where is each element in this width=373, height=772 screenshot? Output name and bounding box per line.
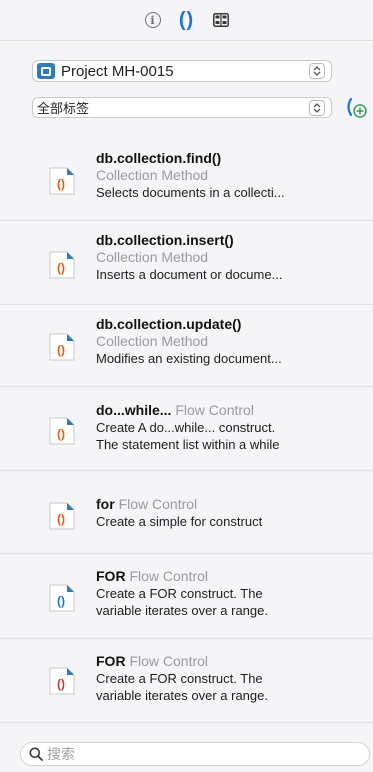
- chevron-updown-icon: [309, 63, 325, 79]
- list-item[interactable]: () FOR Flow Control Create a FOR constru…: [0, 639, 373, 723]
- list-item[interactable]: () db.collection.update() Collection Met…: [0, 305, 373, 387]
- list-item[interactable]: () db.collection.find() Collection Metho…: [0, 137, 373, 221]
- project-name: Project MH-0015: [61, 62, 174, 80]
- snippet-title: db.collection.insert(): [96, 232, 234, 248]
- snippet-description: Modifies an existing document...: [96, 351, 282, 366]
- snippet-category: Collection Method: [96, 333, 209, 349]
- tag-filter-selector[interactable]: 全部标签: [32, 97, 332, 118]
- svg-text:(): (): [57, 177, 65, 191]
- list-item[interactable]: () for Flow Control Create a simple for …: [0, 471, 373, 554]
- toolbar: i (): [0, 0, 373, 41]
- list-item[interactable]: () db.collection.insert() Collection Met…: [0, 221, 373, 305]
- snippet-description-line2: variable iterates over a range.: [96, 688, 268, 703]
- info-icon: i: [144, 12, 161, 28]
- snippet-document-icon: (): [49, 667, 75, 695]
- project-icon: [37, 63, 55, 79]
- svg-text:(): (): [57, 677, 65, 691]
- svg-text:(): (): [57, 343, 65, 357]
- snippets-button[interactable]: (): [175, 8, 199, 32]
- add-snippet-button[interactable]: [342, 96, 370, 120]
- search-icon: [29, 747, 43, 761]
- snippet-title: do...while...: [96, 402, 172, 418]
- svg-text:(): (): [57, 594, 65, 608]
- snippet-category: Collection Method: [96, 249, 209, 265]
- snippet-document-icon: (): [49, 333, 75, 361]
- snippet-category: Flow Control: [129, 568, 209, 584]
- info-button[interactable]: i: [141, 8, 165, 32]
- snippet-category: Flow Control: [129, 653, 209, 669]
- search-bar[interactable]: [20, 742, 370, 766]
- snippet-document-icon: (): [49, 167, 75, 195]
- search-input[interactable]: [43, 746, 347, 762]
- tag-filter-label: 全部标签: [37, 101, 90, 116]
- snippet-description-line2: variable iterates over a range.: [96, 603, 268, 618]
- svg-text:(): (): [57, 512, 65, 526]
- media-library-button[interactable]: [209, 8, 233, 32]
- snippet-description: Create a simple for construct: [96, 514, 263, 529]
- snippet-category: Flow Control: [118, 496, 198, 512]
- snippet-category: Flow Control: [175, 402, 254, 418]
- snippet-title: db.collection.update(): [96, 316, 242, 332]
- grid-panel-icon: [212, 13, 229, 27]
- add-snippet-icon: [347, 97, 367, 118]
- snippet-document-icon: (): [49, 584, 75, 612]
- chevron-updown-icon: [309, 99, 325, 116]
- snippet-title: FOR: [96, 653, 126, 669]
- snippet-title: FOR: [96, 568, 126, 584]
- svg-text:(): (): [57, 427, 65, 441]
- list-item[interactable]: () do...while... Flow Control Create A d…: [0, 387, 373, 471]
- snippet-document-icon: (): [49, 502, 75, 530]
- info-glyph: i: [150, 13, 155, 27]
- snippet-title: db.collection.find(): [96, 150, 222, 166]
- snippet-category: Collection Method: [96, 167, 209, 183]
- snippet-description: Create a FOR construct. The: [96, 671, 263, 686]
- snippet-description-line2: The statement list within a while: [96, 437, 280, 452]
- snippet-document-icon: (): [49, 417, 75, 445]
- snippet-list: () db.collection.find() Collection Metho…: [0, 137, 373, 723]
- snippet-description: Create A do...while... construct.: [96, 420, 276, 435]
- snippet-title: for: [96, 496, 115, 512]
- snippet-description: Inserts a document or docume...: [96, 267, 283, 282]
- code-snippet-icon: (): [178, 9, 195, 31]
- snippet-description: Selects documents in a collecti...: [96, 185, 285, 200]
- list-item[interactable]: () FOR Flow Control Create a FOR constru…: [0, 554, 373, 639]
- snippet-description: Create a FOR construct. The: [96, 586, 263, 601]
- snippet-document-icon: (): [49, 251, 75, 279]
- project-selector[interactable]: Project MH-0015: [32, 60, 332, 82]
- svg-text:(): (): [57, 261, 65, 275]
